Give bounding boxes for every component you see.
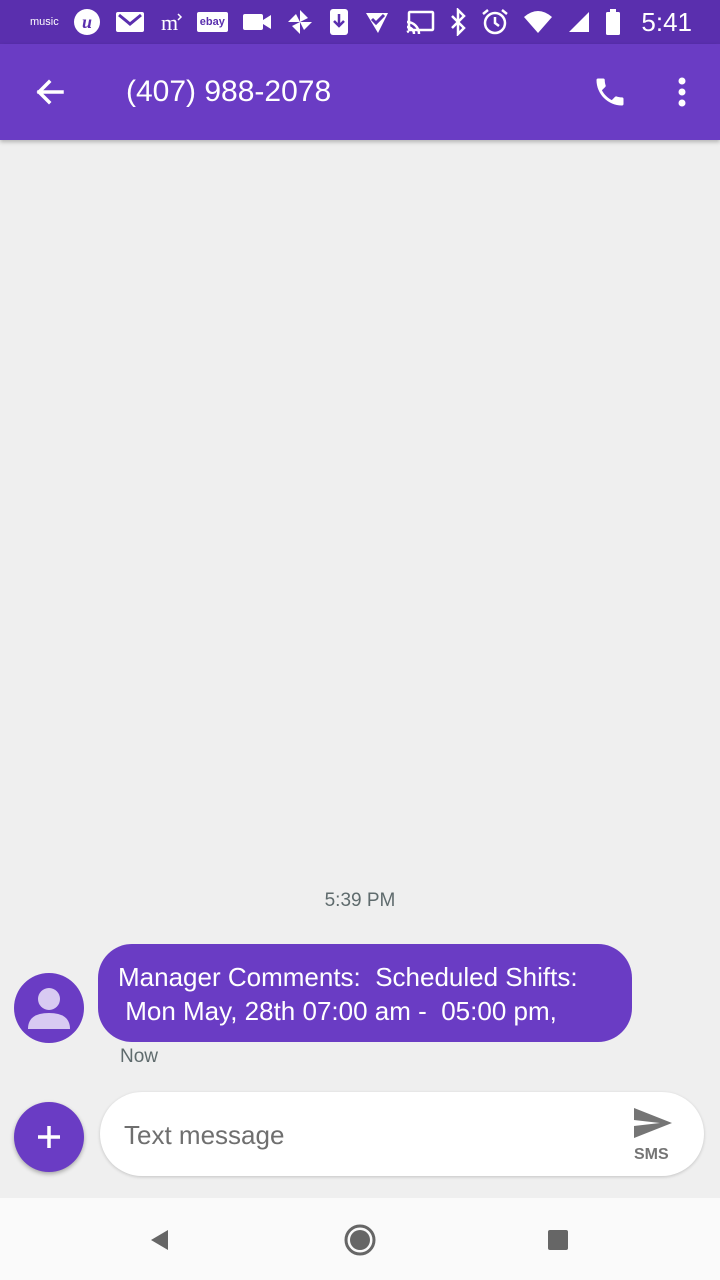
notification-icons: music u m ebay — [30, 7, 390, 37]
app-bar: (407) 988-2078 — [0, 44, 720, 140]
ebay-icon: ebay — [196, 7, 228, 37]
message-timestamp: 5:39 PM — [324, 890, 396, 911]
signal-icon — [567, 7, 591, 37]
plus-icon — [38, 1126, 60, 1148]
send-sms-button[interactable]: SMS — [626, 1102, 696, 1168]
gmail-icon — [115, 7, 145, 37]
video-icon — [242, 7, 272, 37]
nav-recents-button[interactable] — [536, 1218, 580, 1262]
home-circle-icon — [344, 1224, 376, 1256]
compose-bar: SMS — [0, 1090, 720, 1198]
cast-icon — [405, 7, 435, 37]
message-input[interactable] — [122, 1114, 606, 1156]
more-vert-icon — [678, 77, 686, 107]
bluetooth-icon — [449, 7, 467, 37]
alarm-icon — [481, 7, 509, 37]
battery-icon — [605, 7, 621, 37]
person-icon — [28, 988, 70, 1029]
back-button[interactable] — [28, 70, 72, 114]
message-list[interactable]: 5:39 PM Manager Comments: Scheduled Shif… — [0, 140, 720, 1090]
add-attachment-button[interactable] — [14, 1102, 84, 1172]
download-icon — [328, 7, 350, 37]
status-bar: music u m ebay 5:41 — [0, 0, 720, 44]
back-triangle-icon — [151, 1230, 168, 1250]
sms-label: SMS — [634, 1146, 669, 1163]
nav-home-button[interactable] — [338, 1218, 382, 1262]
conversation-title: (407) 988-2078 — [126, 75, 332, 108]
svg-text:m: m — [161, 10, 178, 34]
message-input-container: SMS — [100, 1092, 704, 1176]
amazon-music-icon: music — [30, 15, 59, 28]
system-icons: 5:41 — [405, 7, 692, 37]
call-button[interactable] — [586, 68, 634, 116]
message-line: Manager Comments: Scheduled Shifts: — [118, 962, 578, 992]
u-app-icon: u — [73, 7, 101, 37]
m-app-icon: m — [159, 7, 183, 37]
status-clock: 5:41 — [641, 7, 692, 37]
message-status-time: Now — [120, 1046, 159, 1067]
navigation-bar — [0, 1198, 720, 1280]
wifi-icon — [523, 7, 553, 37]
send-icon — [634, 1108, 672, 1138]
svg-text:u: u — [82, 12, 92, 32]
contact-avatar[interactable] — [14, 973, 84, 1043]
phone-icon — [596, 78, 624, 106]
nav-back-button[interactable] — [138, 1218, 182, 1262]
pinwheel-icon — [286, 7, 314, 37]
incoming-message-bubble[interactable]: Manager Comments: Scheduled Shifts: Mon … — [98, 944, 632, 1042]
check-app-icon — [364, 7, 390, 37]
more-options-button[interactable] — [660, 68, 704, 116]
arrow-left-icon — [36, 79, 64, 105]
recents-square-icon — [548, 1230, 568, 1250]
message-line: Mon May, 28th 07:00 am - 05:00 pm, — [118, 996, 557, 1026]
